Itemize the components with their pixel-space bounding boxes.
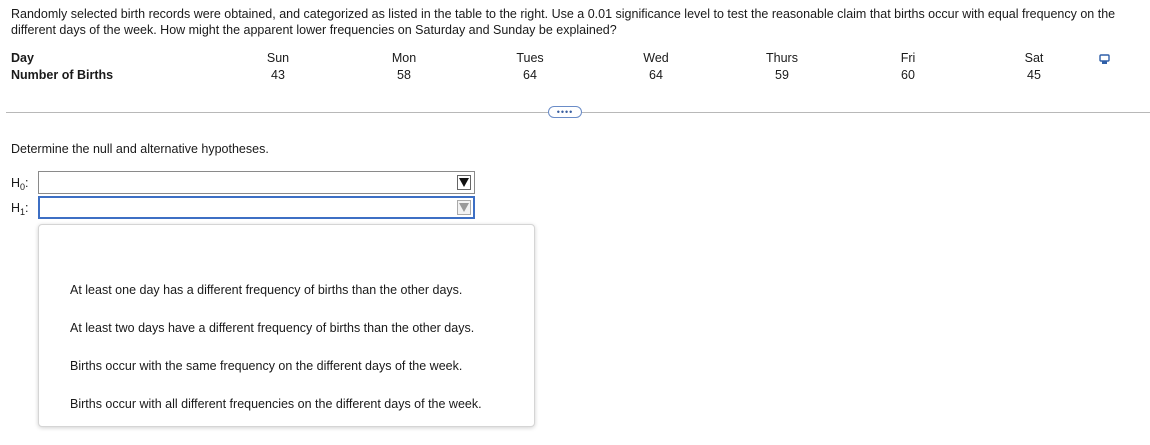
table-cell-births: 43 (271, 68, 285, 82)
table-cell-day: Tues (516, 51, 544, 65)
table-cell-day: Sat (1024, 51, 1044, 65)
row-label-births: Number of Births (11, 68, 114, 82)
table-cell-day: Thurs (766, 51, 798, 65)
table-cell-births: 45 (1027, 68, 1041, 82)
birth-data-table: Day Sun Mon Tues Wed Thurs Fri Sat Numbe… (11, 51, 1126, 85)
h0-label: H0: (11, 176, 29, 192)
table-cell-day: Fri (900, 51, 916, 65)
hypotheses-prompt: Determine the null and alternative hypot… (11, 142, 269, 156)
expand-more-button[interactable]: •••• (548, 106, 582, 118)
table-cell-births: 59 (775, 68, 789, 82)
table-cell-births: 64 (649, 68, 663, 82)
h0-select[interactable] (38, 171, 475, 194)
triangle-down-icon[interactable] (457, 175, 471, 190)
copy-icon[interactable] (1099, 53, 1111, 65)
table-cell-births: 64 (523, 68, 537, 82)
row-label-day: Day (11, 51, 34, 65)
dropdown-option[interactable]: Births occur with the same frequency on … (70, 359, 462, 373)
h1-dropdown-menu: At least one day has a different frequen… (38, 224, 535, 427)
table-row-day: Day Sun Mon Tues Wed Thurs Fri Sat (11, 51, 1126, 68)
table-cell-births: 60 (901, 68, 915, 82)
dropdown-option[interactable]: Births occur with all different frequenc… (70, 397, 482, 411)
table-row-births: Number of Births 43 58 64 64 59 60 45 (11, 68, 1126, 85)
dropdown-option[interactable]: At least two days have a different frequ… (70, 321, 474, 335)
question-text: Randomly selected birth records were obt… (11, 7, 1116, 37)
table-cell-day: Mon (391, 51, 417, 65)
table-cell-day: Sun (266, 51, 290, 65)
table-cell-births: 58 (397, 68, 411, 82)
h1-select[interactable] (38, 196, 475, 219)
dropdown-option[interactable]: At least one day has a different frequen… (70, 283, 462, 297)
triangle-down-icon[interactable] (457, 200, 471, 215)
table-cell-day: Wed (643, 51, 669, 65)
h1-label: H1: (11, 201, 29, 217)
